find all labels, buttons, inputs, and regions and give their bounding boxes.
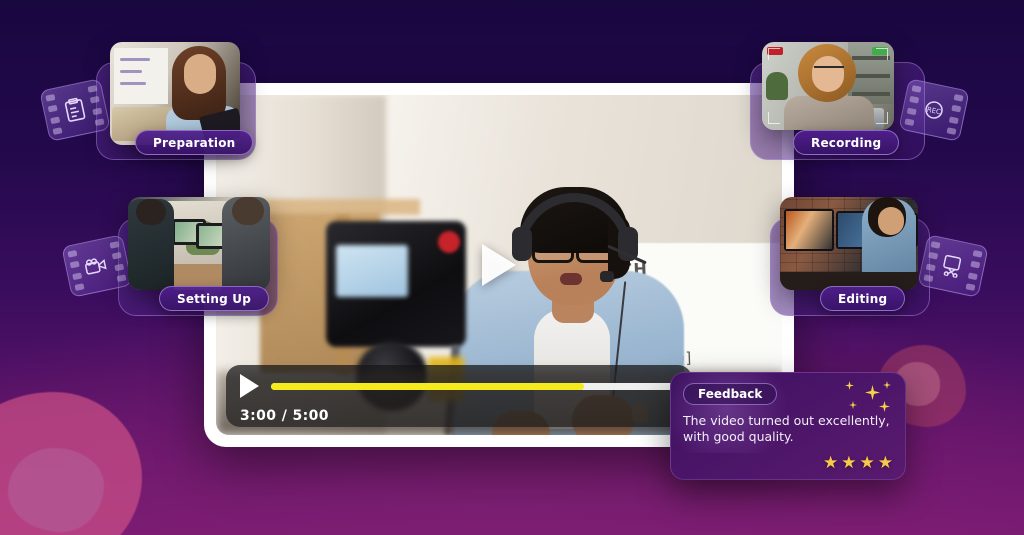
star-3[interactable]: ★	[860, 454, 875, 471]
editing-thumbnail	[780, 197, 918, 290]
setting-up-thumbnail	[128, 197, 270, 290]
step-label-editing: Editing	[820, 286, 906, 311]
recording-thumbnail	[762, 42, 894, 130]
play-overlay-button[interactable]	[470, 236, 528, 294]
star-2[interactable]: ★	[841, 454, 856, 471]
play-icon	[240, 374, 259, 398]
rating-stars[interactable]: ★ ★ ★ ★	[823, 454, 893, 471]
progress-bar-fill	[271, 382, 585, 390]
play-triangle-icon	[482, 244, 516, 286]
player-control-bar: 3:00 / 5:00	[226, 365, 692, 427]
star-1[interactable]: ★	[823, 454, 838, 471]
time-display: 3:00 / 5:00	[240, 408, 329, 424]
star-4[interactable]: ★	[878, 454, 893, 471]
feedback-message: The video turned out excellently, with g…	[683, 413, 890, 444]
feedback-card[interactable]: Feedback The video turned out excellentl…	[670, 372, 906, 480]
feedback-badge: Feedback	[683, 383, 778, 405]
step-label-setting-up: Setting Up	[159, 286, 270, 311]
step-label-recording: Recording	[793, 130, 900, 155]
step-label-preparation: Preparation	[135, 130, 254, 155]
progress-bar[interactable]	[271, 382, 678, 390]
play-button[interactable]	[240, 374, 259, 398]
illustration-canvas: MATH [5 + (8 - 2 5 + 6 = 1 7 + (11 - 3)]…	[0, 0, 1024, 535]
decorative-blob-bottom-left-inner	[8, 448, 104, 532]
